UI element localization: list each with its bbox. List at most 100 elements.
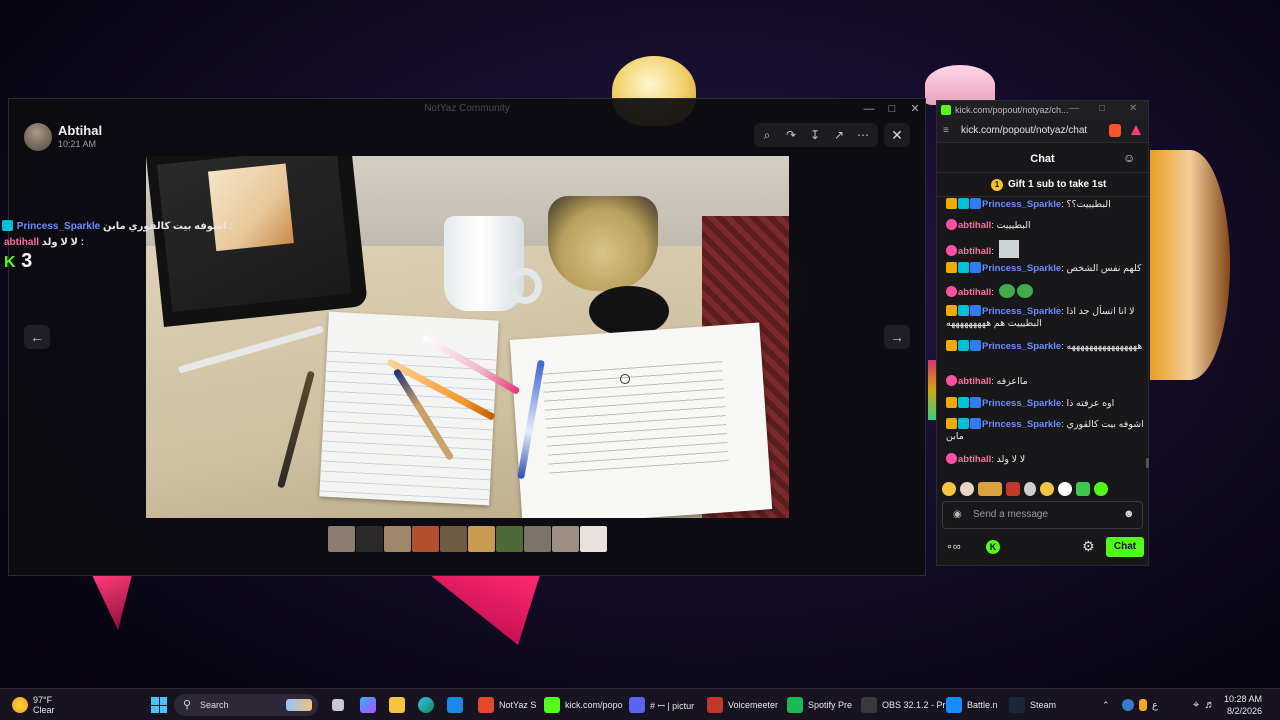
taskbar-search[interactable]: ⚲ Search	[174, 694, 318, 716]
emote-icon[interactable]	[978, 482, 1002, 496]
chat-username[interactable]: abtihall	[958, 220, 991, 231]
thumbnail[interactable]	[440, 526, 467, 552]
chat-username[interactable]: Princess_Sparkle	[982, 341, 1061, 352]
taskbar-app[interactable]: Steam	[1009, 694, 1056, 716]
taskbar-app[interactable]: # ꟷ | pictur	[629, 694, 694, 716]
close-icon[interactable]: ✕	[1129, 103, 1137, 114]
emote-icon[interactable]	[1076, 482, 1090, 496]
file-explorer-button[interactable]	[389, 694, 405, 716]
user-badge-icon	[946, 286, 957, 297]
emote-icon[interactable]	[1024, 482, 1036, 496]
gift-badge-icon	[958, 418, 969, 429]
crown-badge-icon	[946, 198, 957, 209]
zoom-icon[interactable]: ⌕	[758, 127, 776, 143]
taskbar-app[interactable]: Spotify Pre	[787, 694, 852, 716]
chat-scrollbar[interactable]	[1146, 458, 1149, 468]
maximize-icon[interactable]: □	[1099, 103, 1105, 114]
gift-banner[interactable]: 1 Gift 1 sub to take 1st	[937, 173, 1148, 197]
edge-button[interactable]	[418, 694, 434, 716]
chat-username[interactable]: Princess_Sparkle	[982, 398, 1061, 409]
chat-settings-input-icon[interactable]: ◉	[953, 509, 962, 520]
chat-message: Princess_Sparkle: ههههههههههههههههه	[946, 340, 1146, 353]
taskbar-app[interactable]: kick.com/popo	[544, 694, 623, 716]
chat-text: مااعرفه	[996, 376, 1028, 387]
thumbnail[interactable]	[580, 526, 607, 552]
main-photo[interactable]	[146, 156, 789, 518]
url-text[interactable]: kick.com/popout/notyaz/chat	[961, 125, 1087, 136]
minimize-icon[interactable]: —	[1069, 103, 1079, 114]
thumbnail[interactable]	[356, 526, 383, 552]
chat-username[interactable]: Princess_Sparkle	[982, 263, 1061, 274]
thumbnail[interactable]	[524, 526, 551, 552]
app-label: Battle.n	[967, 700, 998, 710]
previous-image-button[interactable]: ←	[24, 325, 50, 349]
emote-icon[interactable]	[1094, 482, 1108, 496]
quick-settings[interactable]: ⌖ ♬	[1193, 694, 1215, 716]
thumbnail[interactable]	[496, 526, 523, 552]
minimize-icon[interactable]: —	[857, 101, 881, 117]
chat-emote-image	[998, 240, 1019, 258]
tray-icons[interactable]: ع	[1122, 694, 1158, 716]
thumbnail[interactable]	[412, 526, 439, 552]
user-list-icon[interactable]: ☺	[1123, 151, 1135, 165]
chat-text: البطيييت	[996, 220, 1031, 231]
frog-emote-icon	[1016, 284, 1033, 298]
chat-username[interactable]: abtihall	[958, 454, 991, 465]
emote-icon[interactable]	[960, 482, 974, 496]
store-button[interactable]	[447, 694, 463, 716]
chat-username[interactable]: Princess_Sparkle	[982, 419, 1061, 430]
clock[interactable]: 10:28 AM 8/2/2026	[1224, 693, 1262, 717]
chat-username[interactable]: Princess_Sparkle	[982, 199, 1061, 210]
store-icon	[447, 697, 463, 713]
start-icon-tile	[151, 705, 159, 713]
url-bar[interactable]: ≡ kick.com/popout/notyaz/chat	[937, 119, 1148, 143]
download-icon[interactable]: ↧	[806, 127, 824, 143]
open-external-icon[interactable]: ↗	[830, 127, 848, 143]
emoji-picker-icon[interactable]: ☻	[1123, 508, 1135, 520]
chat-separator: :	[991, 246, 997, 257]
emote-icon[interactable]	[942, 482, 956, 496]
site-settings-icon[interactable]: ≡	[943, 125, 949, 136]
start-button[interactable]	[151, 697, 167, 713]
thumbnail[interactable]	[552, 526, 579, 552]
emote-icon[interactable]	[1040, 482, 1054, 496]
thumbnail[interactable]	[384, 526, 411, 552]
taskbar-app[interactable]: OBS 32.1.2 - Pr	[861, 694, 946, 716]
thumbnail[interactable]	[328, 526, 355, 552]
author-avatar[interactable]	[24, 123, 52, 151]
task-view-button[interactable]	[332, 694, 344, 716]
subscriber-badge-icon	[970, 397, 981, 408]
kick-emote-icon[interactable]: K	[986, 540, 1000, 554]
copilot-button[interactable]	[360, 694, 376, 716]
chat-text: كلهم نفس الشخص	[1066, 263, 1142, 274]
close-viewer-button[interactable]: ✕	[884, 123, 910, 147]
maximize-icon[interactable]: □	[880, 101, 904, 117]
chat-username[interactable]: abtihall	[958, 376, 991, 387]
chat-username[interactable]: Princess_Sparkle	[982, 306, 1061, 317]
taskbar-app[interactable]: Battle.n	[946, 694, 998, 716]
more-options-icon[interactable]: ⋯	[854, 127, 872, 143]
close-window-icon[interactable]: ✕	[903, 101, 927, 117]
author-name[interactable]: Abtihal	[58, 123, 102, 138]
app-icon	[861, 697, 877, 713]
rewards-icon[interactable]	[1131, 125, 1141, 135]
chat-username[interactable]: abtihall	[958, 287, 991, 298]
overlay-counter: K 3	[4, 250, 32, 273]
thumbnail[interactable]	[468, 526, 495, 552]
post-time: 10:21 AM	[58, 139, 97, 149]
forward-icon[interactable]: ↷	[782, 127, 800, 143]
chat-send-button[interactable]: Chat	[1106, 537, 1144, 557]
taskbar-app[interactable]: Voicemeeter	[707, 694, 778, 716]
tray-overflow[interactable]: ⌃	[1102, 694, 1110, 716]
chevron-up-icon: ⌃	[1102, 699, 1110, 710]
gear-icon[interactable]: ⚙	[1082, 538, 1095, 555]
points-icon[interactable]: ∘∞	[946, 540, 961, 553]
taskbar-app[interactable]: NotYaz S	[478, 694, 536, 716]
weather-widget[interactable]: 97°F Clear	[12, 694, 55, 716]
next-image-button[interactable]: →	[884, 325, 910, 349]
emote-icon[interactable]	[1058, 482, 1072, 496]
emote-icon[interactable]	[1006, 482, 1020, 496]
message-input[interactable]: ◉ Send a message ☻	[942, 501, 1143, 529]
brave-shield-icon[interactable]	[1109, 124, 1121, 137]
chat-username[interactable]: abtihall	[958, 246, 991, 257]
